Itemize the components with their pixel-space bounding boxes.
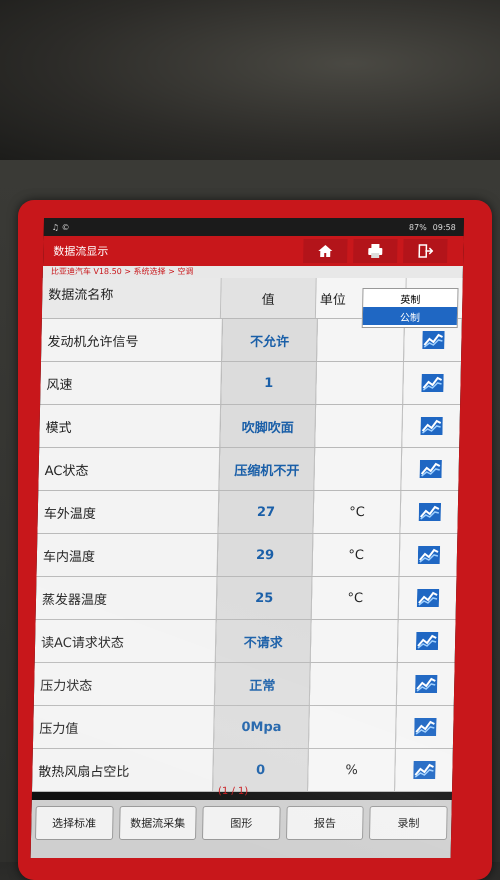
page-title: 数据流显示: [53, 245, 109, 258]
home-icon: [318, 245, 333, 257]
row-value: 不允许: [222, 319, 319, 361]
table-row: 压力状态 正常: [33, 663, 455, 706]
graph-icon: [420, 417, 443, 435]
row-name: 蒸发器温度: [35, 577, 218, 619]
bottom-toolbar: 选择标准 数据流采集 图形 报告 录制: [30, 800, 452, 858]
graph-icon: [413, 718, 437, 736]
row-name: 车内温度: [36, 534, 219, 576]
home-button[interactable]: [303, 239, 348, 263]
unit-option-metric[interactable]: 公制: [362, 307, 458, 325]
graph-toggle-button[interactable]: [398, 577, 457, 619]
battery-level: 87%: [408, 222, 427, 232]
row-unit: °C: [311, 577, 400, 619]
table-row: 车内温度 29 °C: [36, 534, 458, 577]
graph-icon: [419, 460, 442, 478]
graph-icon: [418, 503, 441, 521]
row-name: 风速: [40, 362, 223, 404]
graph-toggle-button[interactable]: [399, 534, 458, 576]
row-value: 27: [218, 491, 315, 533]
row-name: 读AC请求状态: [34, 620, 217, 662]
row-name: 模式: [39, 405, 222, 447]
row-value: 正常: [214, 663, 311, 705]
graph-toggle-button[interactable]: [400, 491, 459, 533]
table-row: 风速 1: [40, 362, 461, 405]
row-unit: °C: [312, 534, 401, 576]
background-car-interior: [0, 0, 500, 160]
row-unit: %: [308, 749, 397, 791]
row-value: 29: [217, 534, 314, 576]
row-value: 0: [213, 749, 310, 791]
print-icon: [368, 244, 383, 258]
graph-button[interactable]: 图形: [202, 806, 281, 840]
table-row: 读AC请求状态 不请求: [34, 620, 456, 663]
status-bar: ♫ © 87% 09:58: [43, 218, 464, 236]
row-value: 压缩机不开: [219, 448, 316, 490]
table-row: 车外温度 27 °C: [37, 491, 459, 534]
record-button[interactable]: 录制: [369, 806, 448, 840]
graph-toggle-button[interactable]: [395, 749, 453, 791]
exit-icon: [418, 244, 434, 258]
unit-option-imperial[interactable]: 英制: [363, 289, 457, 307]
data-stream-table: 数据流名称 值 单位 发动机允许信号 不允许 风速 1 模式 吹脚吹面 AC状态 压缩机不开车…: [31, 278, 463, 792]
row-value: 吹脚吹面: [220, 405, 317, 447]
graph-icon: [417, 546, 440, 564]
clock: 09:58: [432, 222, 456, 232]
graph-toggle-button[interactable]: [397, 620, 456, 662]
breadcrumb: 比亚迪汽车 V18.50 > 系统选择 > 空调: [42, 266, 463, 278]
graph-icon: [421, 331, 445, 349]
row-value: 25: [216, 577, 313, 619]
graph-toggle-button[interactable]: [396, 706, 454, 748]
row-name: 压力状态: [33, 663, 216, 705]
report-button[interactable]: 报告: [285, 806, 365, 840]
row-name: 压力值: [32, 706, 215, 748]
print-button[interactable]: [353, 239, 398, 263]
row-unit: [309, 663, 398, 705]
row-unit: [316, 362, 405, 404]
column-header-value: 值: [221, 278, 317, 318]
graph-icon: [412, 761, 436, 779]
row-name: 车外温度: [37, 491, 220, 533]
device-screen: ♫ © 87% 09:58 数据流显示 比亚迪汽车 V18.50 > 系统选择 …: [30, 218, 465, 858]
row-value: 不请求: [215, 620, 312, 662]
row-name: 散热风扇占空比: [31, 749, 215, 791]
row-unit: [314, 448, 403, 490]
row-name: AC状态: [38, 448, 221, 490]
page-indicator: (1 / 1): [217, 786, 249, 797]
row-value: 1: [221, 362, 318, 404]
graph-toggle-button[interactable]: [403, 362, 461, 404]
row-unit: °C: [313, 491, 402, 533]
table-row: 模式 吹脚吹面: [39, 405, 461, 448]
graph-icon: [415, 632, 438, 650]
graph-icon: [414, 675, 438, 693]
row-unit: [309, 706, 398, 748]
graph-toggle-button[interactable]: [402, 405, 461, 447]
table-row: 压力值 0Mpa: [32, 706, 454, 749]
graph-icon: [420, 374, 444, 392]
table-row: AC状态 压缩机不开: [38, 448, 460, 491]
graph-toggle-button[interactable]: [397, 663, 455, 705]
table-row: 蒸发器温度 25 °C: [35, 577, 457, 620]
column-header-name: 数据流名称: [41, 278, 223, 318]
title-bar: 数据流显示: [42, 236, 464, 266]
status-icons: ♫ ©: [51, 222, 70, 232]
row-value: 0Mpa: [214, 706, 310, 748]
select-standard-button[interactable]: 选择标准: [34, 806, 114, 840]
row-name: 发动机允许信号: [41, 319, 224, 361]
row-unit: [310, 620, 399, 662]
row-unit: [315, 405, 404, 447]
exit-button[interactable]: [403, 239, 448, 263]
unit-dropdown: 英制 公制: [361, 288, 459, 328]
collect-button[interactable]: 数据流采集: [118, 806, 197, 840]
graph-toggle-button[interactable]: [401, 448, 460, 490]
graph-icon: [416, 589, 439, 607]
